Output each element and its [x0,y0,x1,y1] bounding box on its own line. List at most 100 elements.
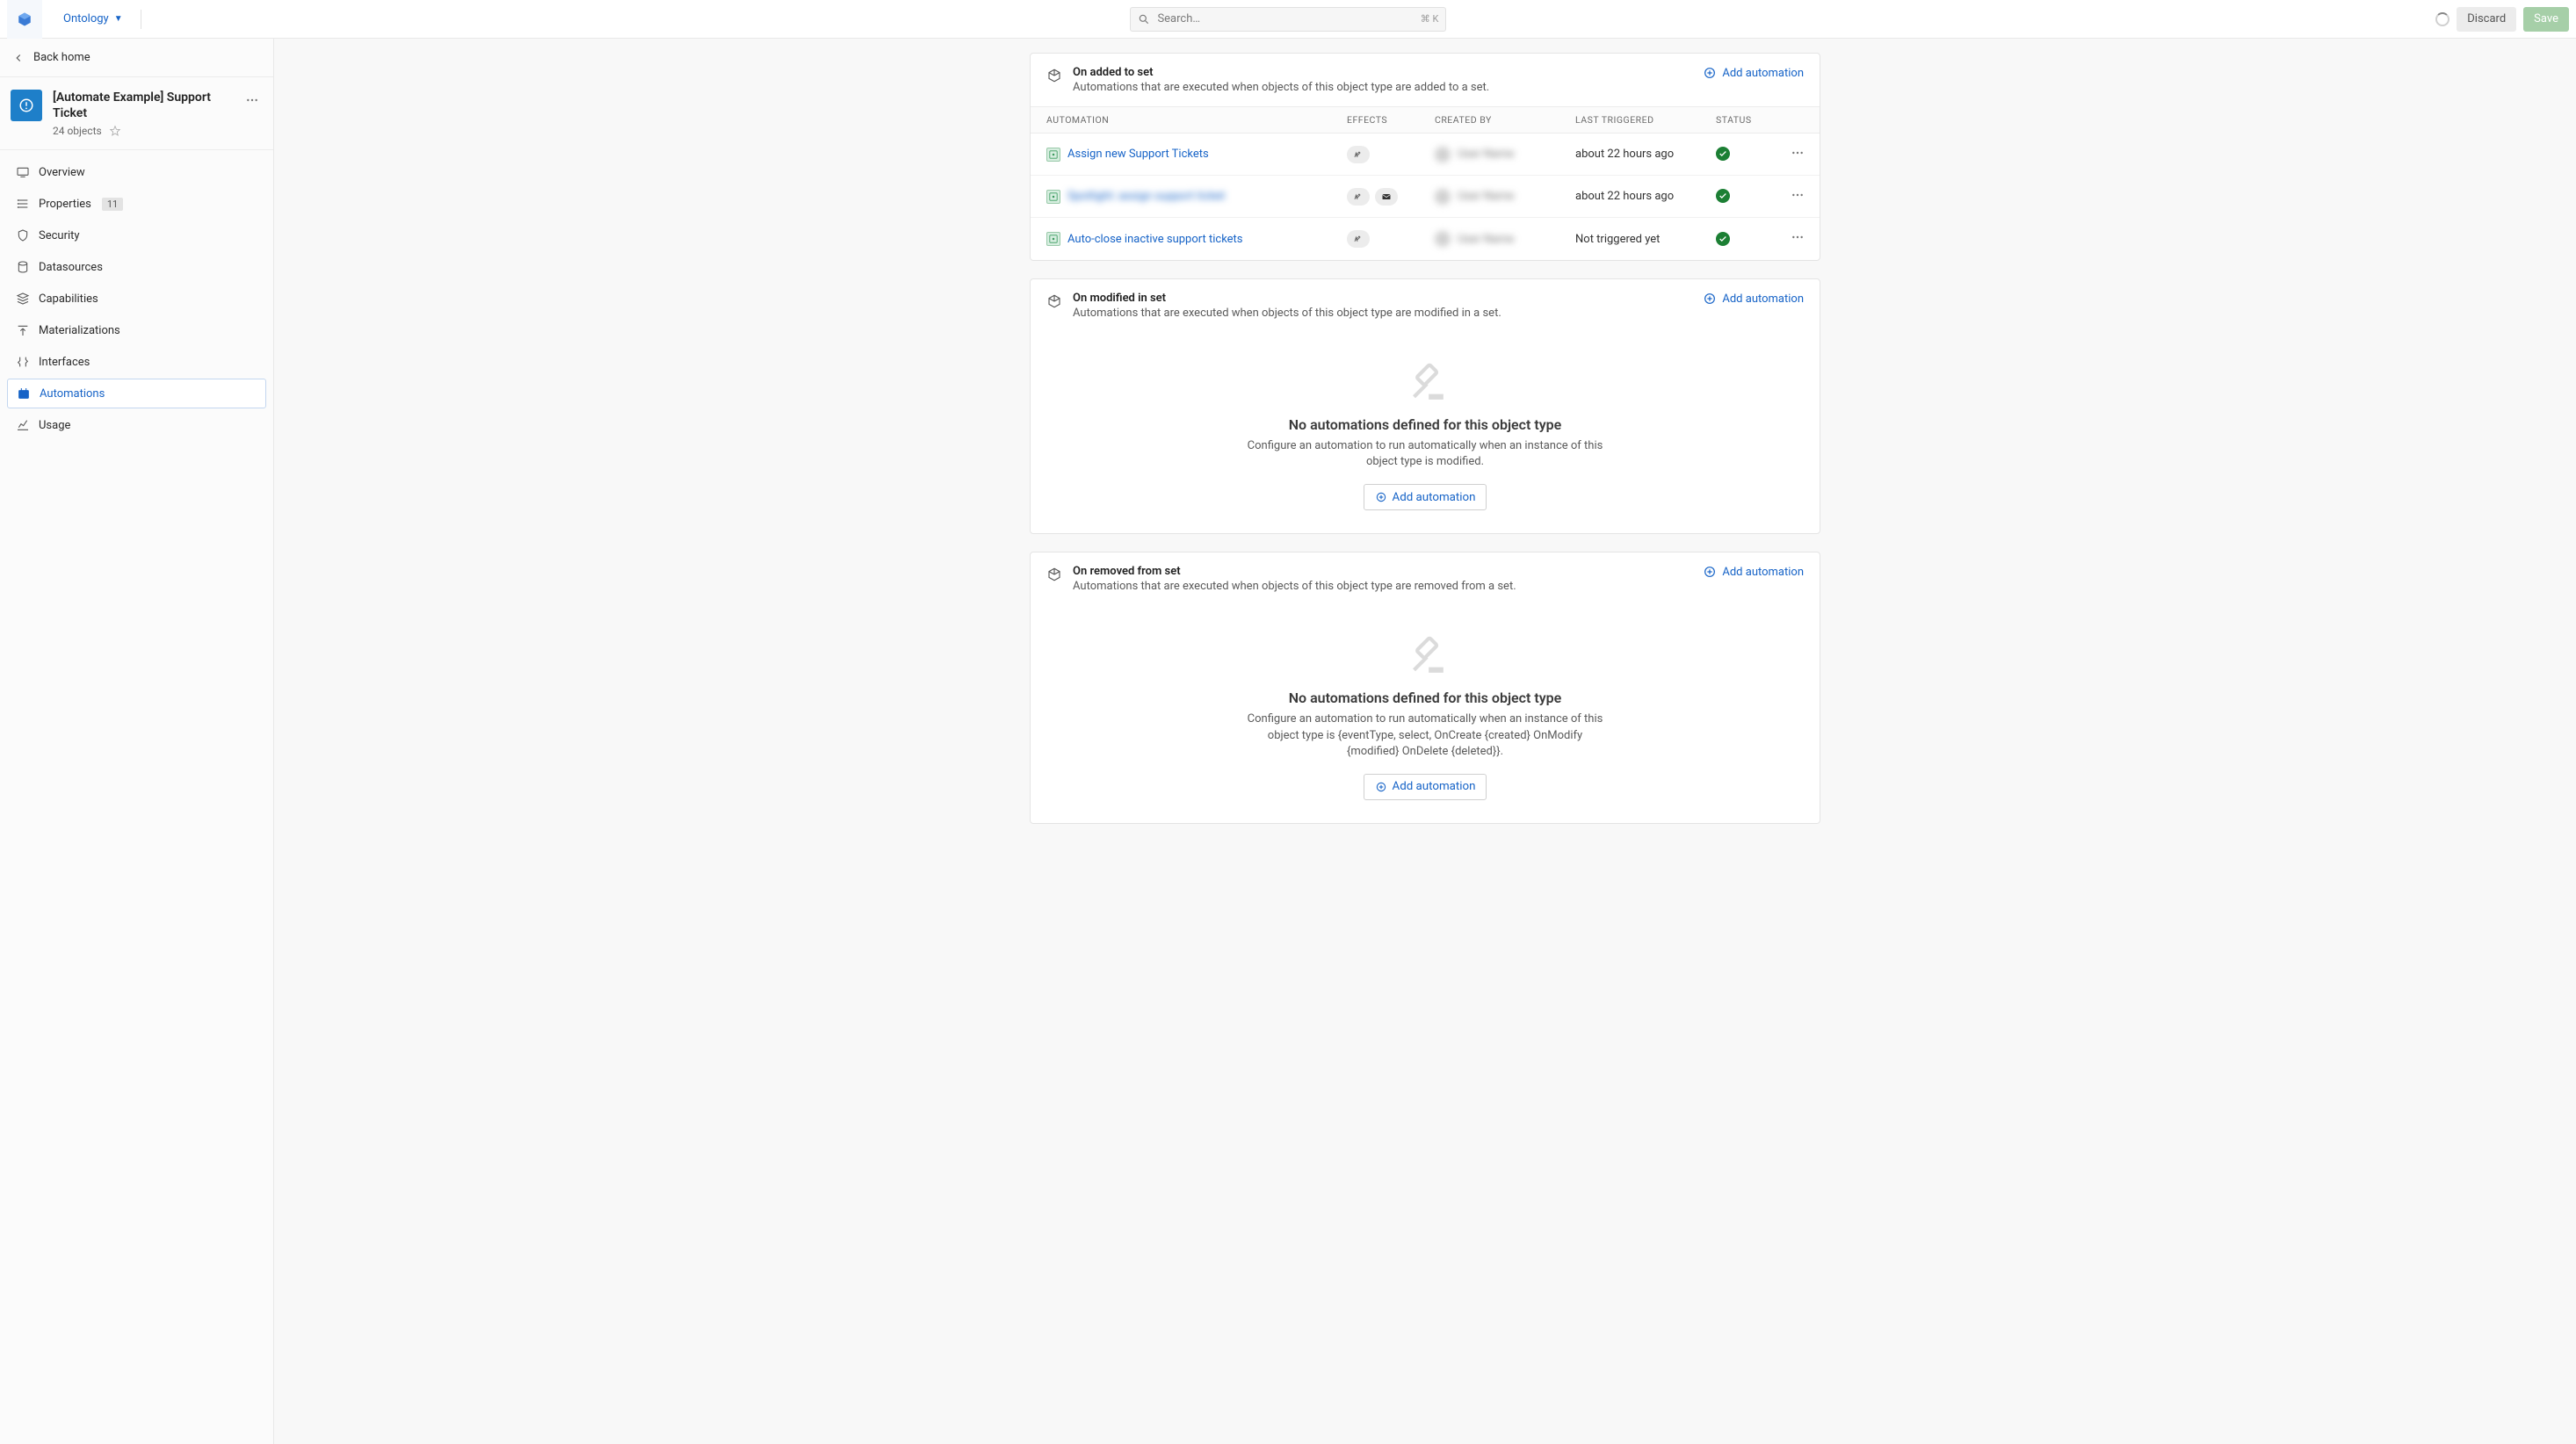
nav-item-overview[interactable]: Overview [7,157,266,187]
plus-circle-icon [1703,292,1717,306]
nav-label: Automations [40,387,105,401]
add-automation-button[interactable]: Add automation [1364,484,1487,510]
more-horizontal-icon [1791,230,1805,244]
automation-link[interactable]: Spotlight: assign support ticket [1067,190,1225,203]
nav-item-usage[interactable]: Usage [7,410,266,440]
back-home-button[interactable]: Back home [0,39,273,77]
header-status: Status [1705,107,1776,133]
alert-circle-icon [18,97,34,113]
more-horizontal-icon [245,93,259,107]
add-automation-link[interactable]: Add automation [1703,66,1804,80]
nav-item-security[interactable]: Security [7,220,266,250]
action-effect-icon [1347,188,1370,206]
star-icon[interactable] [109,125,121,137]
empty-state: No automations defined for this object t… [1031,332,1820,533]
search-icon [1138,13,1150,25]
header-automation: Automation [1031,107,1336,133]
nav-item-datasources[interactable]: Datasources [7,252,266,282]
last-triggered-cell: about 22 hours ago [1565,183,1705,210]
status-cell [1705,140,1776,169]
nav-label: Materializations [39,324,120,337]
avatar-icon [1435,189,1451,205]
nav-label: Interfaces [39,356,90,369]
nav-label: Capabilities [39,292,98,306]
interfaces-icon [16,355,30,369]
created-by-cell: User Name [1424,182,1565,212]
avatar-icon [1435,147,1451,162]
properties-icon [16,197,30,211]
header-last-triggered: Last triggered [1565,107,1705,133]
automation-link[interactable]: Assign new Support Tickets [1067,148,1209,161]
section-desc: Automations that are executed when objec… [1073,580,1692,593]
status-ok-icon [1716,189,1730,203]
empty-desc: Configure an automation to run automatic… [1241,711,1610,760]
section-title: On removed from set [1073,565,1692,578]
save-button[interactable]: Save [2523,7,2569,32]
nav-item-properties[interactable]: Properties11 [7,189,266,219]
materializations-icon [16,323,30,337]
plus-circle-icon [1375,781,1387,793]
app-selector[interactable]: Ontology ▼ [54,12,132,25]
action-effect-icon [1347,230,1370,248]
row-more-button[interactable] [1776,223,1820,255]
section-on_modified: On modified in set Automations that are … [1030,278,1820,534]
usage-icon [16,418,30,432]
row-more-button[interactable] [1776,181,1820,213]
nav-label: Usage [39,419,70,432]
plus-circle-icon [1375,491,1387,503]
nav-item-interfaces[interactable]: Interfaces [7,347,266,377]
section-on_removed: On removed from set Automations that are… [1030,552,1820,824]
status-cell [1705,182,1776,211]
cube-logo-icon [17,11,33,27]
sidebar-nav: Overview Properties11 Security Datasources C… [0,150,273,447]
avatar-icon [1435,231,1451,247]
mail-effect-icon [1375,188,1398,206]
status-cell [1705,225,1776,254]
entity-header: [Automate Example] Support Ticket 24 obj… [0,77,273,150]
automation-icon [1046,148,1060,162]
search-input[interactable]: Search… ⌘ K [1130,7,1446,32]
security-icon [16,228,30,242]
nav-item-capabilities[interactable]: Capabilities [7,284,266,314]
main-content: On added to set Automations that are exe… [274,39,2576,1444]
section-desc: Automations that are executed when objec… [1073,307,1692,320]
search-placeholder: Search… [1157,12,1200,25]
caret-down-icon: ▼ [114,14,123,24]
last-triggered-cell: about 22 hours ago [1565,141,1705,168]
empty-title: No automations defined for this object t… [1048,416,1802,433]
nav-label: Overview [39,166,85,179]
cube-plus-icon [1046,68,1062,87]
topbar: Ontology ▼ Search… ⌘ K Discard Save [0,0,2576,39]
discard-button[interactable]: Discard [2457,7,2516,32]
effects-cell [1336,181,1424,213]
empty-state: No automations defined for this object t… [1031,605,1820,823]
entity-title: [Automate Example] Support Ticket [53,90,231,121]
created-by-cell: User Name [1424,140,1565,170]
sidebar: Back home [Automate Example] Support Tic… [0,39,274,1444]
section-title: On added to set [1073,66,1692,79]
header-created-by: Created by [1424,107,1565,133]
nav-label: Properties [39,198,91,211]
add-automation-link[interactable]: Add automation [1703,292,1804,306]
entity-more-button[interactable] [242,90,263,114]
add-automation-button[interactable]: Add automation [1364,774,1487,800]
entity-icon [11,90,42,121]
section-header: On modified in set Automations that are … [1031,279,1820,332]
nav-item-materializations[interactable]: Materializations [7,315,266,345]
empty-desc: Configure an automation to run automatic… [1241,438,1610,470]
capabilities-icon [16,292,30,306]
automations-icon [17,386,31,401]
row-more-button[interactable] [1776,139,1820,170]
app-name: Ontology [63,12,109,25]
status-ok-icon [1716,147,1730,161]
add-automation-link[interactable]: Add automation [1703,565,1804,579]
app-logo[interactable] [7,0,42,39]
nav-item-automations[interactable]: Automations [7,379,266,408]
section-desc: Automations that are executed when objec… [1073,81,1692,94]
nav-label: Security [39,229,80,242]
gavel-icon [1048,632,1802,679]
automation-link[interactable]: Auto-close inactive support tickets [1067,233,1243,246]
section-header: On removed from set Automations that are… [1031,552,1820,605]
table-row: Assign new Support Tickets User Name abo… [1031,134,1820,176]
status-ok-icon [1716,232,1730,246]
